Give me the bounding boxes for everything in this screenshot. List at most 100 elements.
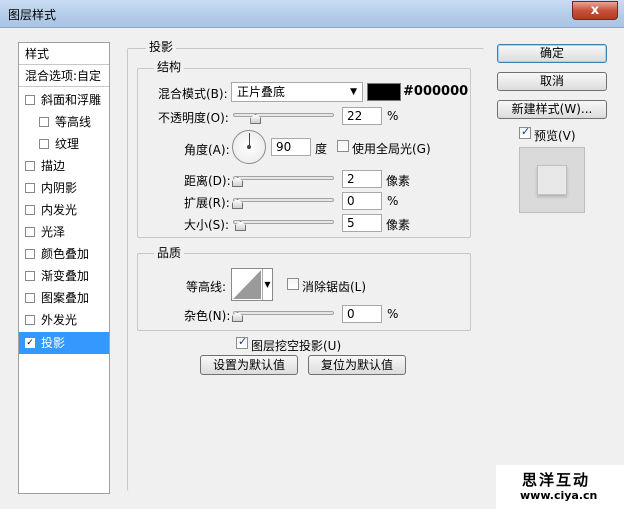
outer-glow-checkbox[interactable] <box>25 315 35 325</box>
quality-title: 品质 <box>154 244 185 261</box>
noise-input[interactable]: 0 <box>342 305 382 323</box>
close-icon: x <box>590 3 600 18</box>
opacity-unit: % <box>387 109 399 123</box>
watermark-brand: 思洋互动 <box>522 471 591 489</box>
spread-unit: % <box>387 194 399 208</box>
opacity-input[interactable]: 22 <box>342 107 382 125</box>
gradient-overlay-checkbox[interactable] <box>25 271 35 281</box>
texture-label: 纹理 <box>55 137 80 151</box>
knockout-label: 图层挖空投影(U) <box>251 339 342 353</box>
antialias-label: 消除锯齿(L) <box>302 280 367 294</box>
ok-button[interactable]: 确定 <box>497 44 607 63</box>
style-item-outer-glow[interactable]: 外发光 <box>19 309 109 331</box>
global-light-label: 使用全局光(G) <box>352 142 431 156</box>
chevron-down-icon: ▼ <box>350 87 357 97</box>
blend-options-item[interactable]: 混合选项:自定 <box>19 65 109 87</box>
style-list-header-label: 样式 <box>25 47 50 61</box>
style-item-texture[interactable]: 纹理 <box>19 133 109 155</box>
style-item-drop-shadow[interactable]: ✓ 投影 <box>19 332 109 354</box>
distance-input[interactable]: 2 <box>342 170 382 188</box>
contour-curve-label: 等高线: <box>186 280 227 294</box>
drop-shadow-label: 投影 <box>41 336 66 350</box>
bevel-emboss-checkbox[interactable] <box>25 95 35 105</box>
cancel-button[interactable]: 取消 <box>497 72 607 91</box>
close-button[interactable]: x <box>572 1 618 20</box>
stroke-label: 描边 <box>41 159 66 173</box>
distance-slider-track[interactable] <box>233 176 334 180</box>
global-light-checkbox[interactable] <box>337 140 349 152</box>
color-overlay-checkbox[interactable] <box>25 249 35 259</box>
color-overlay-label: 颜色叠加 <box>41 247 90 261</box>
preview-label: 预览(V) <box>534 129 576 143</box>
style-item-inner-glow[interactable]: 内发光 <box>19 199 109 221</box>
style-list: 样式 混合选项:自定 斜面和浮雕 等高线 纹理 描边 内阴影 内发光 光泽 颜色… <box>18 42 110 494</box>
style-item-gradient-overlay[interactable]: 渐变叠加 <box>19 265 109 287</box>
angle-dial[interactable] <box>232 130 266 164</box>
inner-shadow-label: 内阴影 <box>41 181 78 195</box>
blend-mode-label: 混合模式(B): <box>158 87 228 101</box>
antialias-checkbox[interactable] <box>287 278 299 290</box>
pattern-overlay-checkbox[interactable] <box>25 293 35 303</box>
drop-shadow-checkbox[interactable]: ✓ <box>25 338 35 348</box>
distance-label: 距离(D): <box>184 174 231 188</box>
style-item-pattern-overlay[interactable]: 图案叠加 <box>19 287 109 309</box>
angle-label: 角度(A): <box>184 143 230 157</box>
opacity-slider-track[interactable] <box>233 113 334 117</box>
contour-linear-icon <box>233 270 261 299</box>
satin-checkbox[interactable] <box>25 227 35 237</box>
size-slider-track[interactable] <box>233 220 334 224</box>
outer-glow-label: 外发光 <box>41 313 78 327</box>
watermark: 思洋互动 www.ciya.cn <box>496 465 624 509</box>
blend-mode-value: 正片叠底 <box>237 85 286 99</box>
style-item-contour[interactable]: 等高线 <box>19 111 109 133</box>
angle-input[interactable]: 90 <box>271 138 311 156</box>
size-input[interactable]: 5 <box>342 214 382 232</box>
contour-picker[interactable]: ▼ <box>231 268 273 301</box>
pattern-overlay-label: 图案叠加 <box>41 291 90 305</box>
inner-glow-label: 内发光 <box>41 203 78 217</box>
reset-default-button[interactable]: 复位为默认值 <box>308 355 406 375</box>
noise-label: 杂色(N): <box>184 309 231 323</box>
noise-slider-track[interactable] <box>233 311 334 315</box>
gradient-overlay-label: 渐变叠加 <box>41 269 90 283</box>
style-item-stroke[interactable]: 描边 <box>19 155 109 177</box>
knockout-checkbox[interactable] <box>236 335 248 349</box>
style-list-header: 样式 <box>19 43 109 65</box>
bevel-emboss-label: 斜面和浮雕 <box>41 93 102 107</box>
shadow-color-swatch[interactable] <box>367 83 401 101</box>
contour-dropdown-icon[interactable]: ▼ <box>262 269 272 300</box>
spread-slider-track[interactable] <box>233 198 334 202</box>
blend-options-label: 混合选项:自定 <box>25 69 102 83</box>
spread-input[interactable]: 0 <box>342 192 382 210</box>
preview-checkbox[interactable] <box>519 125 531 139</box>
title-bar: 图层样式 x <box>0 0 624 28</box>
style-item-satin[interactable]: 光泽 <box>19 221 109 243</box>
style-preview <box>519 147 585 213</box>
opacity-label: 不透明度(O): <box>158 111 229 125</box>
check-icon: ✓ <box>26 338 34 348</box>
size-unit: 像素 <box>386 218 411 232</box>
inner-glow-checkbox[interactable] <box>25 205 35 215</box>
make-default-button[interactable]: 设置为默认值 <box>200 355 298 375</box>
texture-checkbox[interactable] <box>39 139 49 149</box>
shadow-color-hex: #000000 <box>403 84 469 99</box>
distance-unit: 像素 <box>386 174 411 188</box>
style-item-bevel-emboss[interactable]: 斜面和浮雕 <box>19 89 109 111</box>
structure-title: 结构 <box>154 58 185 75</box>
blend-mode-select[interactable]: 正片叠底 ▼ <box>231 82 363 102</box>
inner-shadow-checkbox[interactable] <box>25 183 35 193</box>
preview-swatch <box>537 165 567 195</box>
stroke-checkbox[interactable] <box>25 161 35 171</box>
satin-label: 光泽 <box>41 225 66 239</box>
style-item-color-overlay[interactable]: 颜色叠加 <box>19 243 109 265</box>
new-style-button[interactable]: 新建样式(W)... <box>497 100 607 119</box>
contour-label: 等高线 <box>55 115 92 129</box>
angle-unit: 度 <box>315 142 328 156</box>
watermark-url: www.ciya.cn <box>520 489 598 502</box>
window-title: 图层样式 <box>8 8 57 22</box>
style-item-inner-shadow[interactable]: 内阴影 <box>19 177 109 199</box>
contour-checkbox[interactable] <box>39 117 49 127</box>
angle-hub <box>247 145 251 149</box>
size-label: 大小(S): <box>184 218 230 232</box>
noise-unit: % <box>387 307 399 321</box>
